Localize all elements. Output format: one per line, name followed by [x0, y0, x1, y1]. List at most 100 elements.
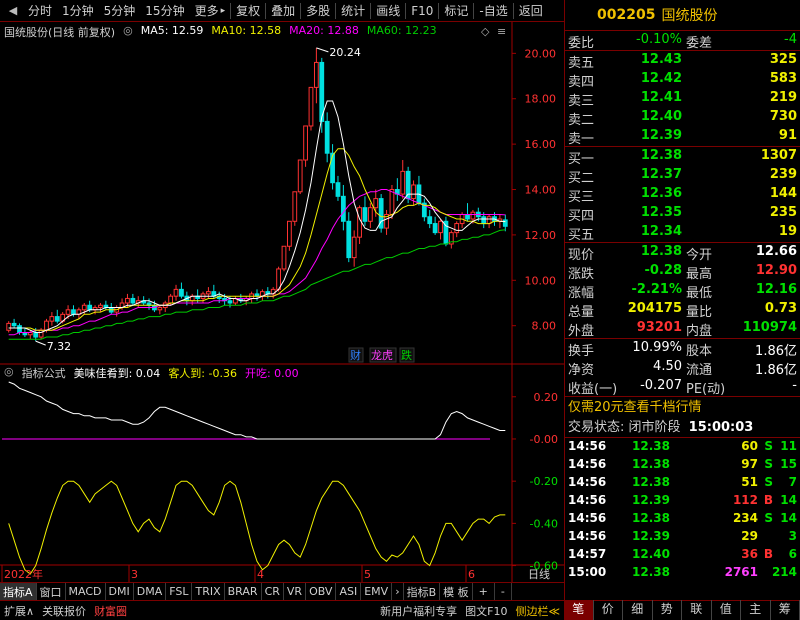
tick-volume: 97 [741, 457, 758, 471]
stat-value: -0.28 [644, 263, 682, 278]
time-axis-label: 2022年 [4, 567, 43, 581]
tab-macd[interactable]: MACD [66, 583, 106, 600]
tab-brar[interactable]: BRAR [225, 583, 262, 600]
price-tick-label: 18.00 [525, 93, 557, 106]
bid-volume: 1307 [760, 148, 797, 163]
tick-price: 12.38 [632, 457, 670, 471]
price-tick-label: 12.00 [525, 229, 557, 242]
related-quotes-button[interactable]: 关联报价 [38, 601, 90, 620]
tab-cr[interactable]: CR [262, 583, 284, 600]
f10-text-link[interactable]: 图文F10 [461, 601, 511, 620]
stat-value: 4.50 [653, 359, 682, 374]
tb-back-button[interactable]: 返回 [514, 1, 548, 21]
quote-view-tabs: 笔价细势联值主筹 [564, 600, 800, 620]
candle-body [335, 182, 341, 197]
tab-dma[interactable]: DMA [134, 583, 167, 600]
quote-view-tab[interactable]: 细 [623, 600, 653, 620]
tick-price: 12.38 [632, 439, 670, 453]
time-axis-label: 4 [257, 568, 264, 581]
tb-1min-button[interactable]: 1分钟 [57, 1, 99, 21]
kline-chart-panel[interactable]: 20.00 18.00 16.00 14.00 12.00 10.00 8.00 0.20 -0… [0, 22, 564, 582]
tb-f10-button[interactable]: F10 [406, 1, 438, 21]
ask-row[interactable]: 卖五 12.43 325 [565, 51, 800, 71]
diamond-icon[interactable]: ◇ [481, 25, 489, 38]
tb-15min-button[interactable]: 15分钟 [140, 1, 189, 21]
candle-body [346, 220, 352, 259]
bid-row[interactable]: 买二 12.37 239 [565, 166, 800, 186]
ma-toggle-icon[interactable]: ◎ [123, 24, 133, 40]
ask-row[interactable]: 卖四 12.42 583 [565, 70, 800, 90]
stat-label: 涨幅 [568, 286, 595, 301]
tb-remove-watchlist-button[interactable]: -自选 [474, 1, 512, 21]
tab-vr[interactable]: VR [284, 583, 307, 600]
tick-volume: 112 [732, 493, 758, 507]
bid-row[interactable]: 买四 12.35 235 [565, 204, 800, 224]
tb-fuquan-button[interactable]: 复权 [231, 1, 265, 21]
bid-row[interactable]: 买一 12.38 1307 [565, 147, 800, 167]
candle-body [157, 307, 163, 311]
new-user-welfare-link[interactable]: 新用户福利专享 [376, 601, 461, 620]
indicator-tick-label: -0.20 [530, 475, 558, 488]
quote-view-tab[interactable]: 联 [682, 600, 712, 620]
ask-row[interactable]: 卖二 12.40 730 [565, 108, 800, 128]
stat-label: 涨跌 [568, 267, 595, 282]
candle-body [125, 297, 130, 304]
promo-link[interactable]: 仅需20元查看千档行情 [565, 397, 800, 418]
tick-row: 15:00 12.38 2761 214 [565, 564, 800, 582]
tab-template[interactable]: 模 板 [440, 583, 473, 600]
bid-row[interactable]: 买三 12.36 144 [565, 185, 800, 205]
quote-view-tab[interactable]: 筹 [771, 600, 800, 620]
ask-row[interactable]: 卖三 12.41 219 [565, 89, 800, 109]
weibi-label: 委比 [568, 36, 595, 51]
tick-count: 6 [788, 547, 797, 561]
tab-add[interactable]: + [473, 583, 495, 600]
tab-asi[interactable]: ASI [336, 583, 362, 600]
stat-value: -2.21% [631, 282, 683, 297]
tb-tongji-button[interactable]: 统计 [336, 1, 370, 21]
tab-trix[interactable]: TRIX [192, 583, 225, 600]
quote-view-tab[interactable]: 主 [741, 600, 771, 620]
tab-obv[interactable]: OBV [306, 583, 337, 600]
stat-value: 0.73 [764, 301, 797, 316]
tab-emv[interactable]: EMV [361, 583, 393, 600]
tb-more-button[interactable]: 更多 ▸ [190, 1, 231, 21]
quote-view-tab[interactable]: 值 [712, 600, 741, 620]
tab-fsl[interactable]: FSL [166, 583, 193, 600]
more-arrow-icon: ▸ [220, 5, 226, 16]
weibi-row: 委比 -0.10% 委差 -4 [565, 31, 800, 51]
sidebar-toggle-button[interactable]: 侧边栏≪ [511, 601, 564, 620]
ma60-line [8, 229, 506, 340]
expand-button[interactable]: 扩展∧ [0, 601, 38, 620]
tab-window[interactable]: 窗口 [37, 583, 66, 600]
stat-value: 12.38 [640, 244, 682, 259]
tab-indicator-b[interactable]: 指标B [404, 583, 441, 600]
candle-body [11, 322, 17, 327]
quote-view-tab[interactable]: 价 [594, 600, 623, 620]
tb-diejia-button[interactable]: 叠加 [266, 1, 300, 21]
collapse-icon[interactable]: ◀ [3, 1, 23, 21]
tick-list[interactable]: 14:56 12.38 60 S 11 14:56 12.38 97 S 15 14:56 12.38… [565, 438, 800, 582]
tb-5min-button[interactable]: 5分钟 [99, 1, 141, 21]
ask-level-label: 卖三 [568, 94, 595, 109]
indicator-name[interactable]: 指标公式 [22, 365, 66, 381]
indicator-toggle-icon[interactable]: ◎ [4, 365, 14, 381]
kline-chart-svg[interactable]: 20.00 18.00 16.00 14.00 12.00 10.00 8.00 0.20 -0… [0, 22, 564, 582]
tab-nav-arrow-icon[interactable]: › [392, 583, 404, 600]
tb-huaxian-button[interactable]: 画线 [371, 1, 405, 21]
ask-row[interactable]: 卖一 12.39 91 [565, 127, 800, 147]
ma5-label: MA5: 12.59 [140, 24, 204, 37]
tb-duogu-button[interactable]: 多股 [301, 1, 335, 21]
tab-dmi[interactable]: DMI [106, 583, 134, 600]
bid-row[interactable]: 买五 12.34 19 [565, 223, 800, 243]
tb-more-label: 更多 [194, 4, 219, 18]
tab-indicator-a[interactable]: 指标A [0, 583, 37, 600]
low-price-label: 7.32 [47, 340, 72, 353]
tb-biaoji-button[interactable]: 标记 [439, 1, 473, 21]
menu-icon[interactable]: ≡ [497, 25, 506, 38]
stat-label: PE(动) [686, 382, 726, 397]
quote-view-tab[interactable]: 势 [653, 600, 682, 620]
tab-remove[interactable]: - [495, 583, 512, 600]
tb-fenshi-button[interactable]: 分时 [23, 1, 57, 21]
quote-view-tab[interactable]: 笔 [564, 600, 594, 620]
wealth-circle-button[interactable]: 财富圈 [90, 601, 131, 620]
